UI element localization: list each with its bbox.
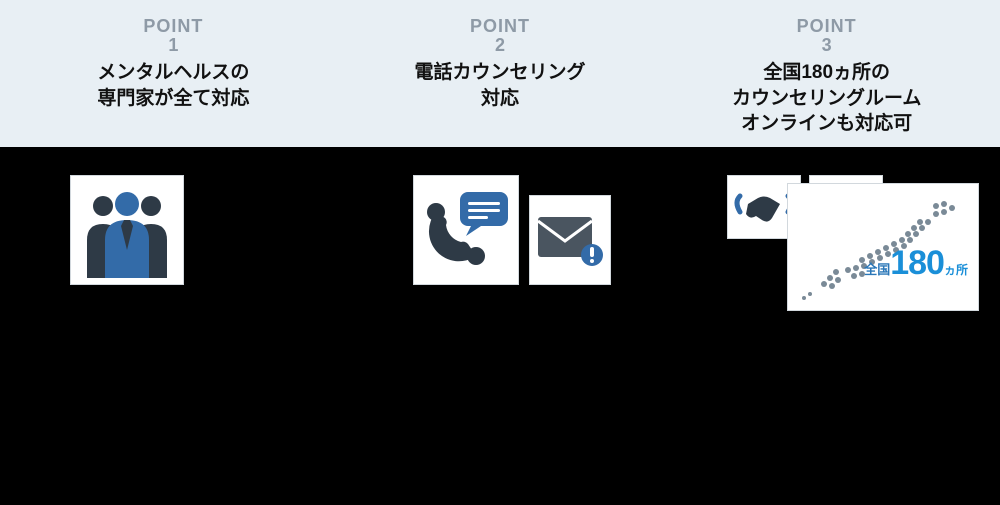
point-title: 全国180ヵ所の カウンセリングルーム オンラインも対応可 xyxy=(663,60,990,137)
point-label: POINT xyxy=(10,16,337,37)
phone-counseling-icon xyxy=(413,175,519,285)
point-number: 1 xyxy=(10,35,337,56)
point-label: POINT xyxy=(337,16,664,37)
point-number: 2 xyxy=(337,35,664,56)
map-prefix: 全国 xyxy=(864,262,890,277)
mail-alert-icon xyxy=(529,195,611,285)
map-label: 全国180ヵ所 xyxy=(864,244,968,283)
map-suffix: ヵ所 xyxy=(944,263,968,277)
icon-cell-2 xyxy=(343,175,686,285)
point-title: 電話カウンセリング 対応 xyxy=(337,60,664,111)
point-title: メンタルヘルスの 専門家が全て対応 xyxy=(10,60,337,111)
header-band: POINT 1 メンタルヘルスの 専門家が全て対応 POINT 2 電話カウンセ… xyxy=(0,0,1000,147)
icon-row: 全国180ヵ所 xyxy=(0,175,1000,285)
map-number: 180 xyxy=(890,244,944,282)
point-label: POINT xyxy=(663,16,990,37)
point-col-2: POINT 2 電話カウンセリング 対応 xyxy=(337,16,664,137)
point-number: 3 xyxy=(663,35,990,56)
professionals-icon xyxy=(70,175,184,285)
point-col-3: POINT 3 全国180ヵ所の カウンセリングルーム オンラインも対応可 xyxy=(663,16,990,137)
icon-cell-3: 全国180ヵ所 xyxy=(687,175,1000,285)
icon-cell-1 xyxy=(0,175,343,285)
point-col-1: POINT 1 メンタルヘルスの 専門家が全て対応 xyxy=(10,16,337,137)
